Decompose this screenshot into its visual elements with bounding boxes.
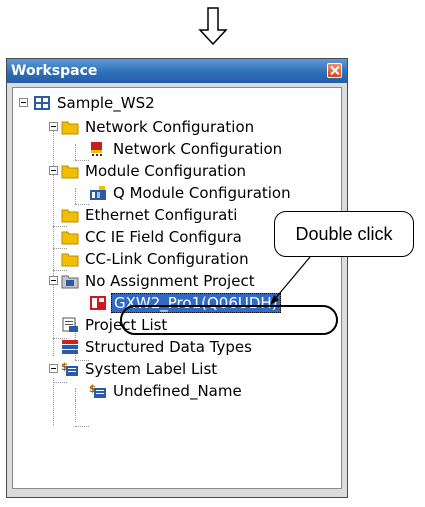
tree-connector [75,188,76,204]
double-click-callout: Double click [274,211,414,257]
project-folder-icon [61,275,79,289]
close-icon[interactable] [327,63,342,78]
workspace-network-icon [34,96,50,110]
tree-item-label: Module Configuration [85,162,247,180]
expander-collapse-icon[interactable] [49,364,58,373]
tree-item-label: Q Module Configuration [113,184,291,202]
workspace-tree-panel[interactable]: Sample_WS2 Network Configuration Network… [12,87,342,489]
expander-collapse-icon[interactable] [49,276,58,285]
folder-icon [61,165,79,179]
tree-connector [53,122,54,356]
selection-highlight-ring [120,305,338,335]
callout-text: Double click [295,224,393,244]
network-config-icon [91,142,102,156]
tree-item-label: Network Configuration [85,118,255,136]
tree-item-label: No Assignment Project [85,272,255,290]
tree-item-label: System Label List [85,360,218,378]
tree-connector [53,248,67,249]
tree-item-label: CC IE Field Configura [85,228,242,246]
project-icon [90,296,106,310]
folder-icon [61,121,79,135]
tree-item-label: Sample_WS2 [57,94,155,112]
project-list-icon [62,317,78,332]
module-config-icon [90,186,106,200]
tree-connector [53,382,67,383]
down-arrow-icon [198,7,228,46]
tree-connector [53,270,67,271]
workspace-titlebar: Workspace [7,59,347,83]
folder-icon [61,209,79,223]
expander-collapse-icon[interactable] [49,122,58,131]
window-title: Workspace [11,63,98,79]
tree-connector [75,144,76,160]
system-label-icon: $ [89,384,106,398]
folder-icon [61,231,79,245]
tree-item-label: Network Configuration [113,140,283,158]
tree-connector [75,426,89,427]
expander-collapse-icon[interactable] [49,166,58,175]
structured-data-icon [62,340,78,354]
expander-collapse-icon[interactable] [19,98,28,107]
tree-item-label: Ethernet Configurati [85,206,238,224]
workspace-tree: Sample_WS2 Network Configuration Network… [13,88,341,488]
folder-icon [61,253,79,267]
system-label-icon: $ [61,362,78,376]
tree-connector [53,226,67,227]
tree-item-label: CC-Link Configuration [85,250,249,268]
tree-connector [53,378,54,425]
tree-connector [75,400,76,422]
tree-item-label: Undefined_Name [113,382,242,400]
tree-item-label: Structured Data Types [85,338,252,356]
workspace-window: Workspace Sample_WS2 Network Configurati… [6,58,348,498]
